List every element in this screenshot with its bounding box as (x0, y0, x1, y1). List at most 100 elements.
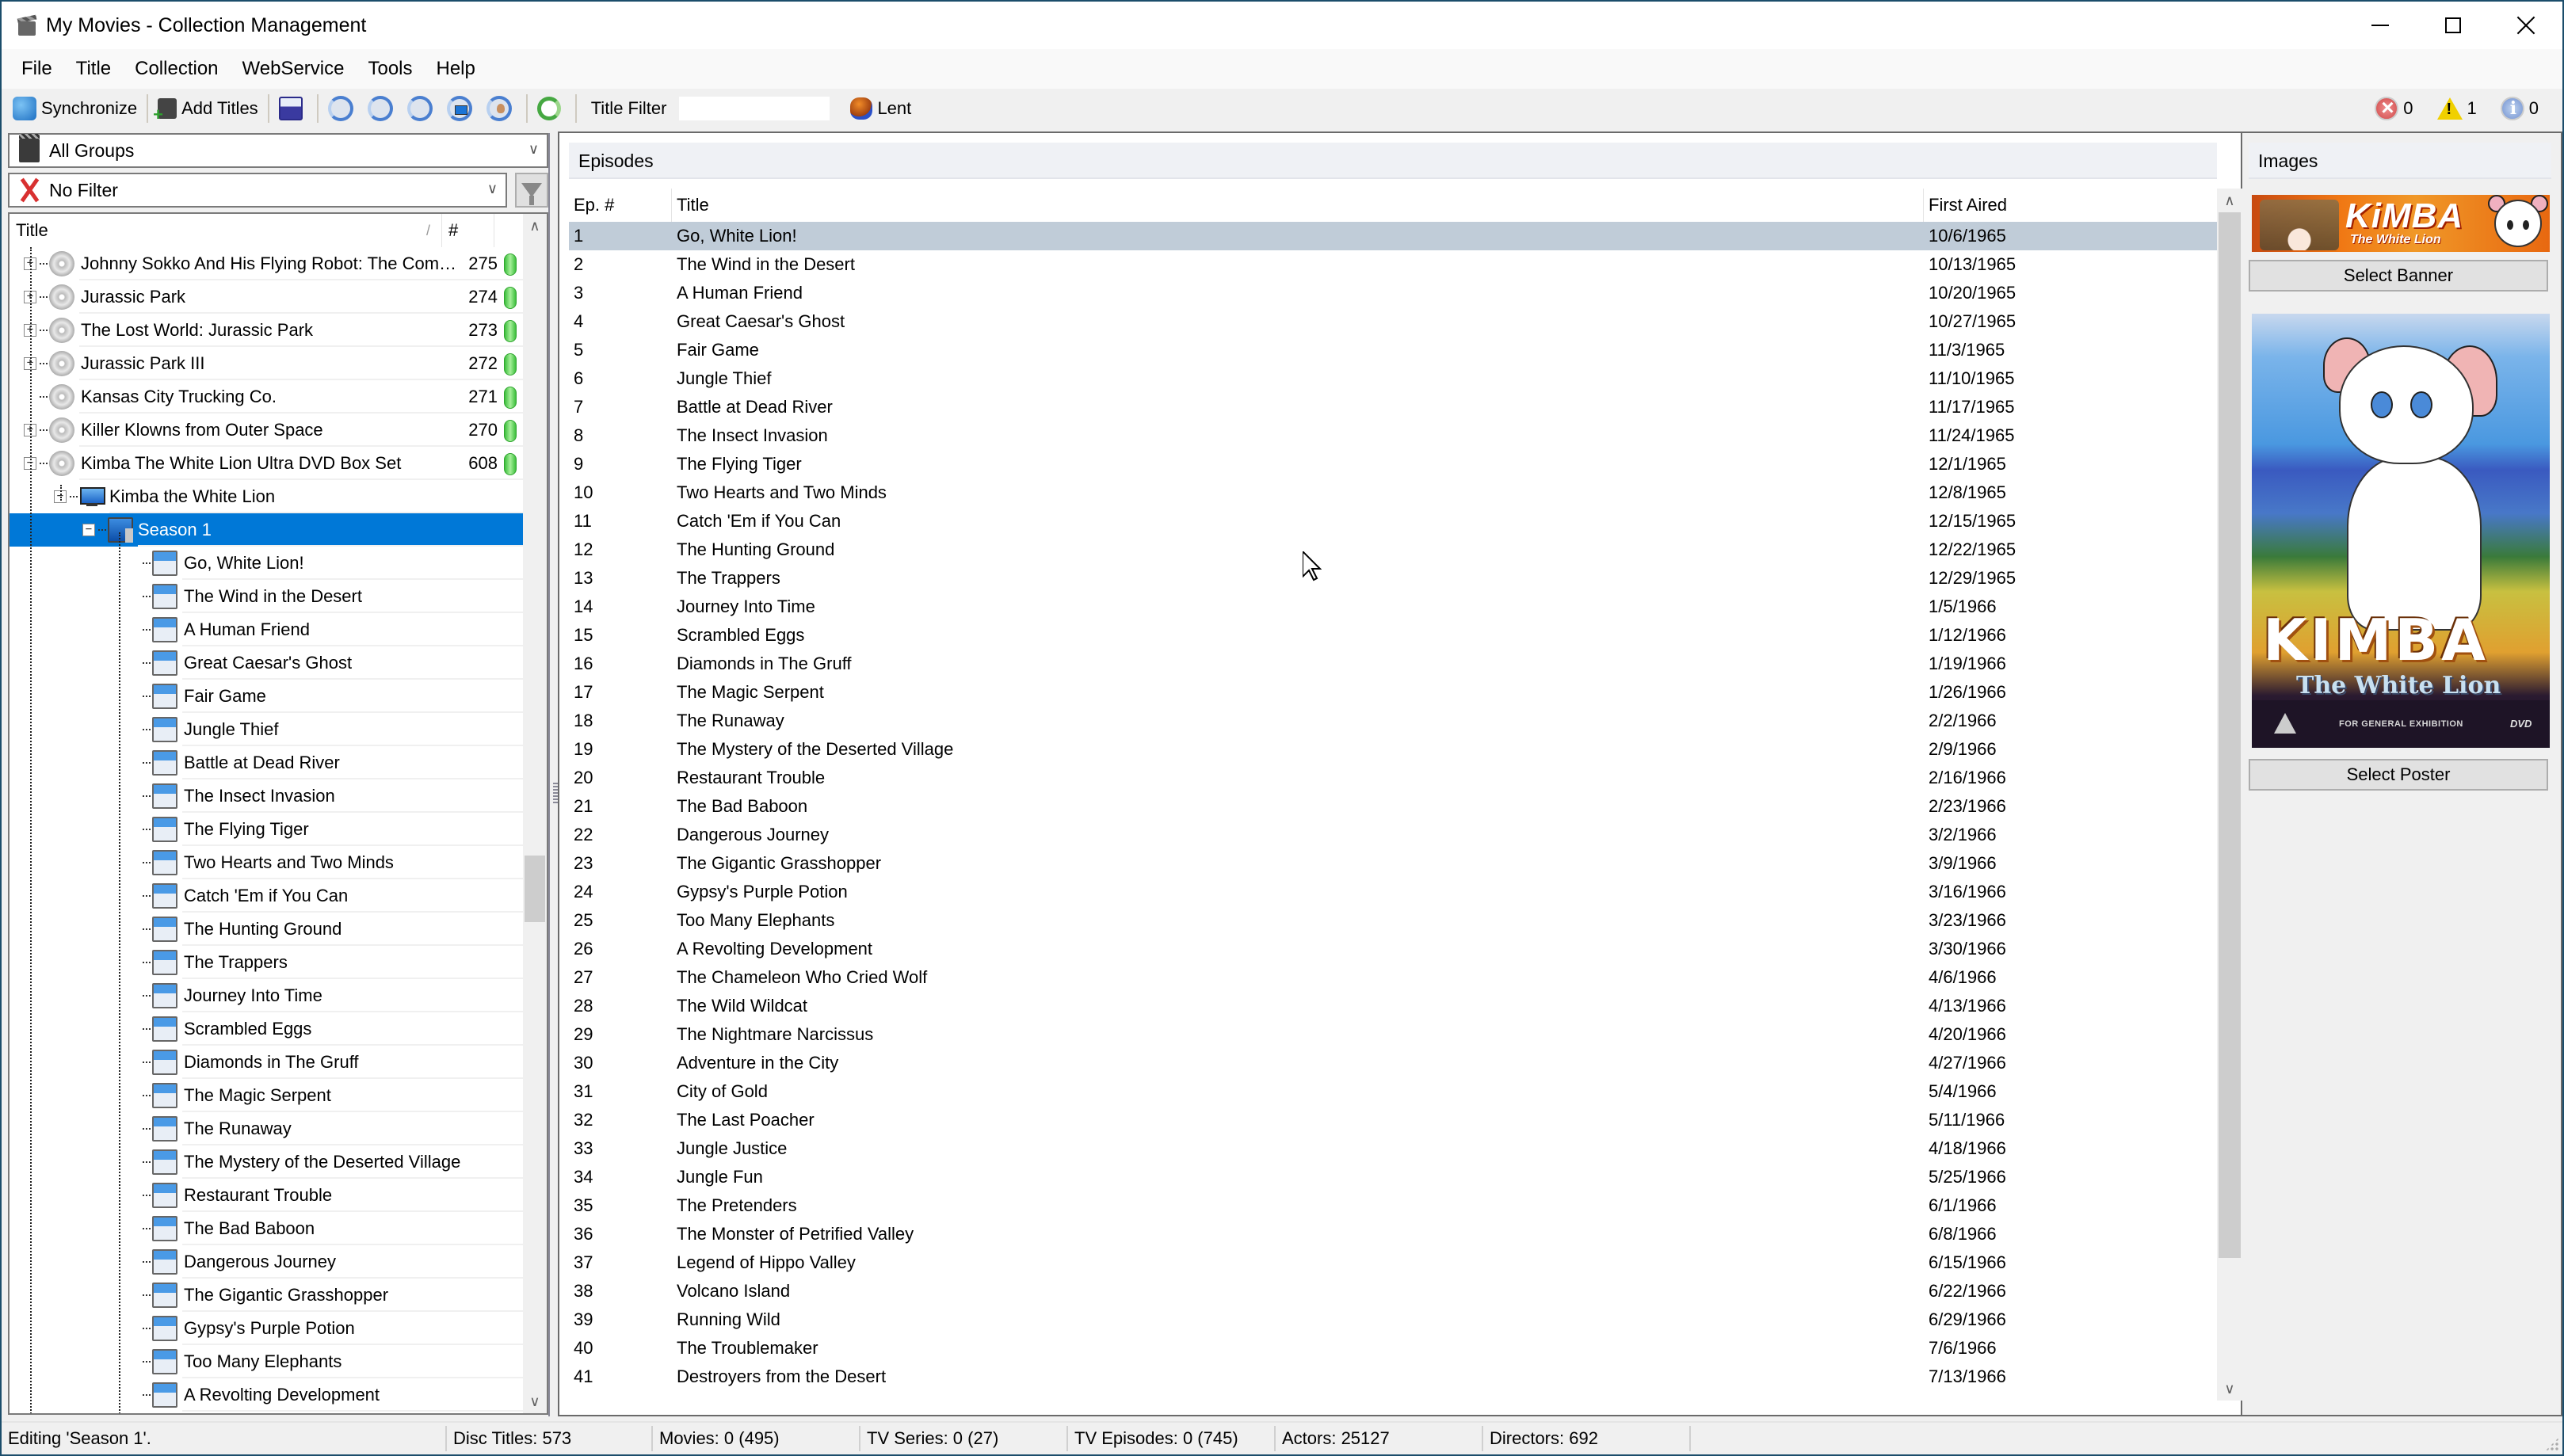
tree-episode-item[interactable]: A Human Friend (10, 613, 525, 646)
episode-row[interactable]: 33 Jungle Justice 4/18/1966 (569, 1134, 2217, 1163)
column-header-title[interactable]: Title / (10, 214, 442, 247)
scroll-up-icon[interactable]: ∧ (523, 214, 547, 238)
sync-movies-button[interactable] (403, 91, 442, 126)
episode-row[interactable]: 22 Dangerous Journey 3/2/1966 (569, 821, 2217, 849)
tree-episode-item[interactable]: Restaurant Trouble (10, 1179, 525, 1212)
tree-episode-item[interactable]: The Bad Baboon (10, 1212, 525, 1245)
episode-row[interactable]: 38 Volcano Island 6/22/1966 (569, 1277, 2217, 1305)
tree-title-item[interactable]: + Killer Klowns from Outer Space 270 (10, 414, 525, 447)
info-indicator[interactable]: 0 (2500, 97, 2539, 120)
episode-row[interactable]: 31 City of Gold 5/4/1966 (569, 1077, 2217, 1106)
tree-episode-item[interactable]: Catch 'Em if You Can (10, 879, 525, 913)
episode-row[interactable]: 6 Jungle Thief 11/10/1965 (569, 364, 2217, 393)
episode-row[interactable]: 14 Journey Into Time 1/5/1966 (569, 593, 2217, 621)
menu-tools[interactable]: Tools (356, 49, 424, 89)
episode-row[interactable]: 26 A Revolting Development 3/30/1966 (569, 935, 2217, 963)
episode-row[interactable]: 37 Legend of Hippo Valley 6/15/1966 (569, 1248, 2217, 1277)
tree-episode-item[interactable]: The Insect Invasion (10, 779, 525, 813)
resize-grip-icon[interactable] (2545, 1437, 2559, 1451)
edit-filter-button[interactable] (515, 173, 548, 208)
episode-row[interactable]: 24 Gypsy's Purple Potion 3/16/1966 (569, 878, 2217, 906)
episode-row[interactable]: 15 Scrambled Eggs 1/12/1966 (569, 621, 2217, 650)
tree-scroll-thumb[interactable] (525, 856, 545, 922)
tree-episode-item[interactable]: Great Caesar's Ghost (10, 646, 525, 680)
sync-tv-button[interactable] (442, 91, 482, 126)
episode-row[interactable]: 16 Diamonds in The Gruff 1/19/1966 (569, 650, 2217, 678)
groups-dropdown[interactable]: All Groups ∨ (8, 133, 548, 168)
tree-series-item[interactable]: − Kimba the White Lion (10, 480, 525, 513)
episode-row[interactable]: 13 The Trappers 12/29/1965 (569, 564, 2217, 593)
episode-row[interactable]: 11 Catch 'Em if You Can 12/15/1965 (569, 507, 2217, 536)
episode-row[interactable]: 18 The Runaway 2/2/1966 (569, 707, 2217, 735)
column-header-episode-number[interactable]: Ep. # (569, 189, 672, 222)
tree-episode-item[interactable]: Diamonds in The Gruff (10, 1046, 525, 1079)
tree-season-item[interactable]: − Season 1 (10, 513, 525, 547)
select-poster-button[interactable]: Select Poster (2249, 759, 2548, 791)
tree-episode-item[interactable]: The Magic Serpent (10, 1079, 525, 1112)
column-header-number[interactable]: # (442, 214, 494, 247)
sync-persons-button[interactable] (482, 91, 521, 126)
column-header-first-aired[interactable]: First Aired (1924, 189, 2209, 222)
episode-row[interactable]: 32 The Last Poacher 5/11/1966 (569, 1106, 2217, 1134)
tree-title-item[interactable]: + Johnny Sokko And His Flying Robot: The … (10, 247, 525, 280)
tree-episode-item[interactable]: The Runaway (10, 1112, 525, 1145)
episode-row[interactable]: 17 The Magic Serpent 1/26/1966 (569, 678, 2217, 707)
episode-row[interactable]: 34 Jungle Fun 5/25/1966 (569, 1163, 2217, 1191)
episode-row[interactable]: 12 The Hunting Ground 12/22/1965 (569, 536, 2217, 564)
tree-episode-item[interactable]: Journey Into Time (10, 979, 525, 1012)
tree-episode-item[interactable]: Dangerous Journey (10, 1245, 525, 1279)
tree-episode-item[interactable]: The Wind in the Desert (10, 580, 525, 613)
episode-row[interactable]: 10 Two Hearts and Two Minds 12/8/1965 (569, 478, 2217, 507)
tree-episode-item[interactable]: Go, White Lion! (10, 547, 525, 580)
menu-title[interactable]: Title (64, 49, 123, 89)
tree-episode-item[interactable]: The Trappers (10, 946, 525, 979)
episode-row[interactable]: 30 Adventure in the City 4/27/1966 (569, 1049, 2217, 1077)
filter-dropdown[interactable]: No Filter ∨ (8, 173, 507, 208)
add-titles-button[interactable]: Add Titles (153, 91, 263, 126)
episode-row[interactable]: 27 The Chameleon Who Cried Wolf 4/6/1966 (569, 963, 2217, 992)
episode-row[interactable]: 20 Restaurant Trouble 2/16/1966 (569, 764, 2217, 792)
synchronize-button[interactable]: Synchronize (8, 91, 142, 126)
episode-row[interactable]: 7 Battle at Dead River 11/17/1965 (569, 393, 2217, 421)
tree-episode-item[interactable]: Too Many Elephants (10, 1345, 525, 1378)
lent-button[interactable]: Lent (830, 91, 916, 126)
episode-row[interactable]: 21 The Bad Baboon 2/23/1966 (569, 792, 2217, 821)
tree-title-item[interactable]: Kansas City Trucking Co. 271 (10, 380, 525, 414)
sync-audio-button[interactable] (363, 91, 403, 126)
episode-row[interactable]: 1 Go, White Lion! 10/6/1965 (569, 222, 2217, 250)
errors-indicator[interactable]: 0 (2375, 95, 2413, 120)
tree-episode-item[interactable]: The Flying Tiger (10, 813, 525, 846)
tree-episode-item[interactable]: The Mystery of the Deserted Village (10, 1145, 525, 1179)
tree-title-item[interactable]: + Jurassic Park 274 (10, 280, 525, 314)
tree-title-item[interactable]: − Kimba The White Lion Ultra DVD Box Set 6… (10, 447, 525, 480)
save-button[interactable] (274, 91, 312, 126)
tree-episode-item[interactable]: Gypsy's Purple Potion (10, 1312, 525, 1345)
tree-episode-item[interactable]: Fair Game (10, 680, 525, 713)
sync-discs-button[interactable] (323, 91, 363, 126)
scroll-down-icon[interactable]: ∨ (2217, 1377, 2242, 1401)
menu-help[interactable]: Help (425, 49, 487, 89)
episode-row[interactable]: 3 A Human Friend 10/20/1965 (569, 279, 2217, 307)
tree-episode-item[interactable]: Battle at Dead River (10, 746, 525, 779)
episode-row[interactable]: 5 Fair Game 11/3/1965 (569, 336, 2217, 364)
tree-episode-item[interactable]: The Hunting Ground (10, 913, 525, 946)
maximize-button[interactable] (2417, 2, 2490, 49)
minimize-button[interactable] (2344, 2, 2417, 49)
tree-title-item[interactable]: + The Lost World: Jurassic Park 273 (10, 314, 525, 347)
pane-splitter[interactable] (548, 133, 558, 1416)
menu-webservice[interactable]: WebService (231, 49, 357, 89)
close-button[interactable] (2490, 2, 2562, 49)
episode-row[interactable]: 39 Running Wild 6/29/1966 (569, 1305, 2217, 1334)
episode-row[interactable]: 28 The Wild Wildcat 4/13/1966 (569, 992, 2217, 1020)
episode-row[interactable]: 23 The Gigantic Grasshopper 3/9/1966 (569, 849, 2217, 878)
scroll-down-icon[interactable]: ∨ (523, 1389, 547, 1413)
column-header-episode-title[interactable]: Title (672, 189, 1924, 222)
title-filter-input[interactable] (679, 97, 830, 120)
episode-row[interactable]: 29 The Nightmare Narcissus 4/20/1966 (569, 1020, 2217, 1049)
tree-episode-item[interactable]: Jungle Thief (10, 713, 525, 746)
tree-episode-item[interactable]: Two Hearts and Two Minds (10, 846, 525, 879)
title-tree[interactable]: Title / # + Johnny Sokko And His Flying R… (8, 212, 548, 1415)
collapse-icon[interactable]: − (82, 524, 95, 536)
refresh-button[interactable] (532, 91, 570, 126)
episode-row[interactable]: 2 The Wind in the Desert 10/13/1965 (569, 250, 2217, 279)
